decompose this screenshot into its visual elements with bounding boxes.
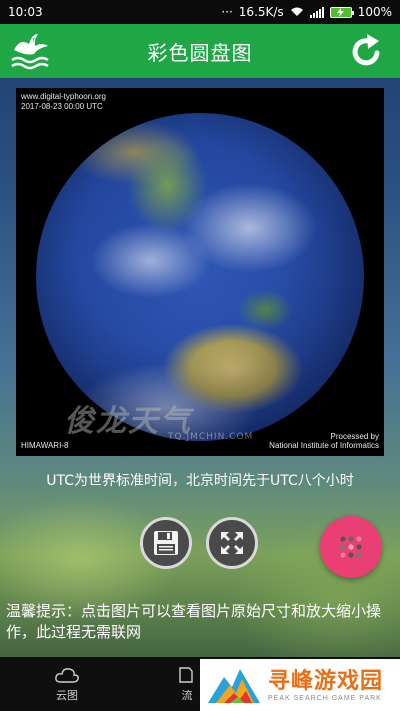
nav-label-flow: 流 — [181, 688, 193, 702]
status-dots: ··· — [221, 5, 233, 19]
page-title: 彩色圆盘图 — [147, 40, 253, 65]
promo-title: 寻峰游戏园 — [268, 668, 384, 694]
net-speed: 16.5K/s — [238, 5, 284, 19]
signal-icon — [309, 6, 324, 18]
status-time: 10:03 — [8, 5, 43, 19]
nav-item-cloud-map[interactable]: 云图 — [2, 657, 132, 711]
book-icon — [179, 666, 193, 683]
satellite-name: HIMAWARI-8 — [21, 441, 69, 450]
floppy-disk-icon — [154, 531, 178, 555]
institute-name: National Institute of Informatics — [269, 441, 379, 450]
refresh-button[interactable] — [344, 28, 390, 74]
satellite-image[interactable]: www.digital-typhoon.org 2017-08-23 00:00… — [16, 88, 384, 456]
wifi-icon — [290, 7, 303, 16]
mountain-logo-icon — [208, 669, 260, 703]
earth-globe — [36, 113, 364, 441]
status-bar: 10:03 ··· 16.5K/s 100% — [0, 0, 400, 24]
cloud-icon — [55, 667, 79, 683]
image-source-site: www.digital-typhoon.org — [21, 92, 106, 101]
expand-icon — [221, 532, 243, 554]
image-datetime: 2017-08-23 00:00 UTC — [21, 102, 103, 111]
battery-icon — [329, 6, 354, 18]
utc-note: UTC为世界标准时间，北京时间先于UTC八个小时 — [46, 473, 354, 489]
logo-icon[interactable]: TM — [8, 28, 54, 74]
watermark-url: TQ.JMCHIN.COM — [168, 432, 254, 442]
promo-subtitle: PEAK SEARCH GAME PARK — [268, 694, 382, 702]
app-header: TM 彩色圆盘图 — [0, 24, 400, 78]
logo-text: TM — [32, 38, 39, 44]
battery-level: 100% — [357, 5, 392, 19]
save-button[interactable] — [140, 517, 192, 569]
color-menu-button[interactable] — [320, 516, 382, 578]
status-indicators: ··· 16.5K/s 100% — [221, 5, 392, 19]
tip-text: 温馨提示：点击图片可以查看图片原始尺寸和放大缩小操作，此过程无需联网 — [6, 602, 382, 641]
promo-text: 寻峰游戏园 PEAK SEARCH GAME PARK — [268, 669, 383, 702]
fullscreen-button[interactable] — [206, 517, 258, 569]
refresh-icon — [352, 34, 380, 66]
dots-grid-icon — [340, 536, 362, 558]
nav-label-cloud-map: 云图 — [56, 688, 78, 702]
promo-badge: 寻峰游戏园 PEAK SEARCH GAME PARK — [200, 659, 400, 711]
